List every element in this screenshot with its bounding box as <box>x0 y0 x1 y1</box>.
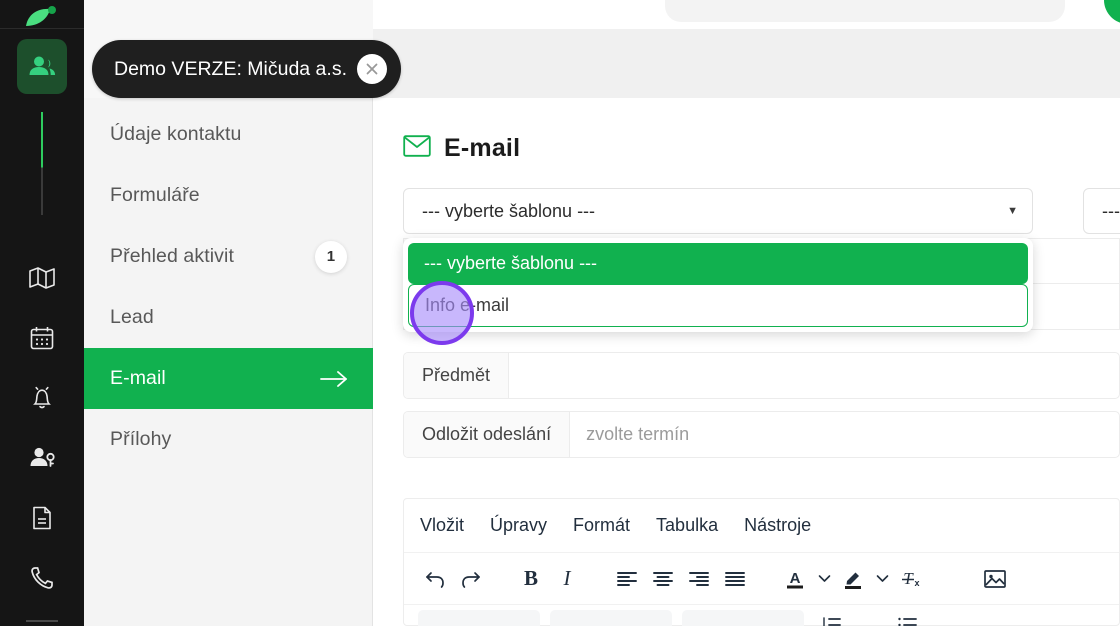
bell-icon <box>33 386 51 409</box>
person-key-icon <box>30 447 55 467</box>
top-strip <box>373 0 1120 29</box>
sidebar-item-label: Údaje kontaktu <box>110 123 242 145</box>
sidebar-item-udaje-kontaktu[interactable]: Údaje kontaktu <box>84 104 373 165</box>
page-title-text: E-mail <box>444 134 521 162</box>
bold-icon[interactable]: B <box>514 562 548 596</box>
secondary-select-value: --- vy <box>1102 200 1120 221</box>
editor-toolbar-row2 <box>404 604 1119 626</box>
contacts-people-icon <box>29 56 56 75</box>
insert-image-icon[interactable] <box>978 562 1012 596</box>
align-left-icon[interactable] <box>610 562 644 596</box>
top-action-button[interactable] <box>1104 0 1120 24</box>
subject-input[interactable] <box>509 353 1119 398</box>
schedule-field-row: Odložit odeslání zvolte termín <box>403 411 1120 458</box>
sidebar-item-email[interactable]: E-mail <box>84 348 373 409</box>
template-select-row: --- vyberte šablonu --- ▼ --- vy <box>403 188 1120 234</box>
rail-item-contacts[interactable] <box>17 39 67 94</box>
phone-icon <box>31 567 53 589</box>
highlight-color-icon[interactable] <box>836 562 870 596</box>
rail-item-calls[interactable] <box>0 548 84 608</box>
clear-formatting-icon[interactable]: T x <box>894 562 928 596</box>
top-search-panel[interactable] <box>665 0 1065 22</box>
menu-upravy[interactable]: Úpravy <box>490 515 547 536</box>
menu-vlozit[interactable]: Vložit <box>420 515 464 536</box>
undo-icon[interactable] <box>418 562 452 596</box>
secondary-select[interactable]: --- vy <box>1083 188 1120 234</box>
sidebar-item-label: Přílohy <box>110 428 172 450</box>
svg-text:A: A <box>790 570 801 587</box>
template-select-value: --- vyberte šablonu --- <box>422 200 596 221</box>
dropdown-option-info-email[interactable]: Info e-mail <box>408 284 1028 327</box>
icon-rail <box>0 0 84 626</box>
subject-field-row: Předmět <box>403 352 1120 399</box>
align-justify-icon[interactable] <box>718 562 752 596</box>
arrow-right-icon <box>319 369 349 389</box>
schedule-input[interactable]: zvolte termín <box>570 412 1119 457</box>
svg-text:T: T <box>903 569 914 588</box>
rail-divider <box>0 28 84 29</box>
chevron-down-icon: ▼ <box>1007 205 1018 217</box>
line-height-icon[interactable] <box>814 608 848 626</box>
menu-nastroje[interactable]: Nástroje <box>744 515 811 536</box>
subject-field-label: Předmět <box>404 353 510 398</box>
menu-format[interactable]: Formát <box>573 515 630 536</box>
rail-icon-list <box>0 248 84 608</box>
calendar-icon <box>30 327 54 350</box>
envelope-icon <box>403 135 431 162</box>
chevron-down-icon[interactable] <box>814 574 834 583</box>
editor-menubar: Vložit Úpravy Formát Tabulka Nástroje <box>404 499 1119 552</box>
map-icon <box>29 267 55 289</box>
dropdown-option-label: Info e-mail <box>425 295 510 315</box>
redo-icon[interactable] <box>454 562 488 596</box>
italic-icon[interactable]: I <box>550 562 584 596</box>
template-dropdown-menu[interactable]: --- vyberte šablonu --- Info e-mail <box>403 238 1033 332</box>
sidebar-item-prilohy[interactable]: Přílohy <box>84 409 373 470</box>
sidebar-item-label: E-mail <box>110 367 166 389</box>
svg-text:x: x <box>914 578 919 588</box>
close-icon[interactable] <box>357 54 387 84</box>
sidebar-item-label: Lead <box>110 306 154 328</box>
bullet-list-icon[interactable] <box>890 608 924 626</box>
demo-version-tag[interactable]: Demo VERZE: Mičuda a.s. <box>92 40 401 98</box>
status-badge: 1 <box>315 240 347 273</box>
sidebar-item-prehled-aktivit[interactable]: Přehled aktivit 1 <box>84 226 373 287</box>
chevron-down-icon[interactable] <box>872 574 892 583</box>
demo-version-tag-label: Demo VERZE: Mičuda a.s. <box>114 57 347 80</box>
rail-item-notifications[interactable] <box>0 368 84 428</box>
rail-progress-line <box>41 112 43 215</box>
align-right-icon[interactable] <box>682 562 716 596</box>
text-color-icon[interactable]: A <box>778 562 812 596</box>
template-select[interactable]: --- vyberte šablonu --- ▼ <box>403 188 1033 234</box>
top-band <box>373 29 1120 98</box>
rail-item-map[interactable] <box>0 248 84 308</box>
main-content: E-mail --- vyberte šablonu --- ▼ --- vy … <box>373 98 1120 626</box>
paragraph-format-select[interactable] <box>682 609 804 626</box>
font-family-select[interactable] <box>418 609 540 626</box>
sidebar-item-label: Přehled aktivit <box>110 245 234 267</box>
schedule-field-label: Odložit odeslání <box>404 412 571 457</box>
leaf-logo-icon <box>26 6 56 26</box>
sidebar-item-lead[interactable]: Lead <box>84 287 373 348</box>
dropdown-option-label: --- vyberte šablonu --- <box>424 253 598 273</box>
sidebar-item-label: Formuláře <box>110 184 200 206</box>
font-size-select[interactable] <box>550 609 672 626</box>
menu-tabulka[interactable]: Tabulka <box>656 515 718 536</box>
align-center-icon[interactable] <box>646 562 680 596</box>
app-root: Údaje kontaktu Formuláře Přehled aktivit… <box>0 0 1120 626</box>
app-logo[interactable] <box>0 0 84 28</box>
document-icon <box>33 506 51 530</box>
sidebar-menu: Údaje kontaktu Formuláře Přehled aktivit… <box>84 104 373 470</box>
rail-item-documents[interactable] <box>0 488 84 548</box>
rail-item-calendar[interactable] <box>0 308 84 368</box>
sidebar-item-formulare[interactable]: Formuláře <box>84 165 373 226</box>
dropdown-option-placeholder[interactable]: --- vyberte šablonu --- <box>408 243 1028 284</box>
rail-bottom-indicator <box>26 620 58 622</box>
rail-item-user-access[interactable] <box>0 428 84 488</box>
rich-text-editor: Vložit Úpravy Formát Tabulka Nástroje B … <box>403 498 1120 626</box>
page-title: E-mail <box>403 134 520 163</box>
editor-toolbar: B I A T x <box>404 552 1119 604</box>
